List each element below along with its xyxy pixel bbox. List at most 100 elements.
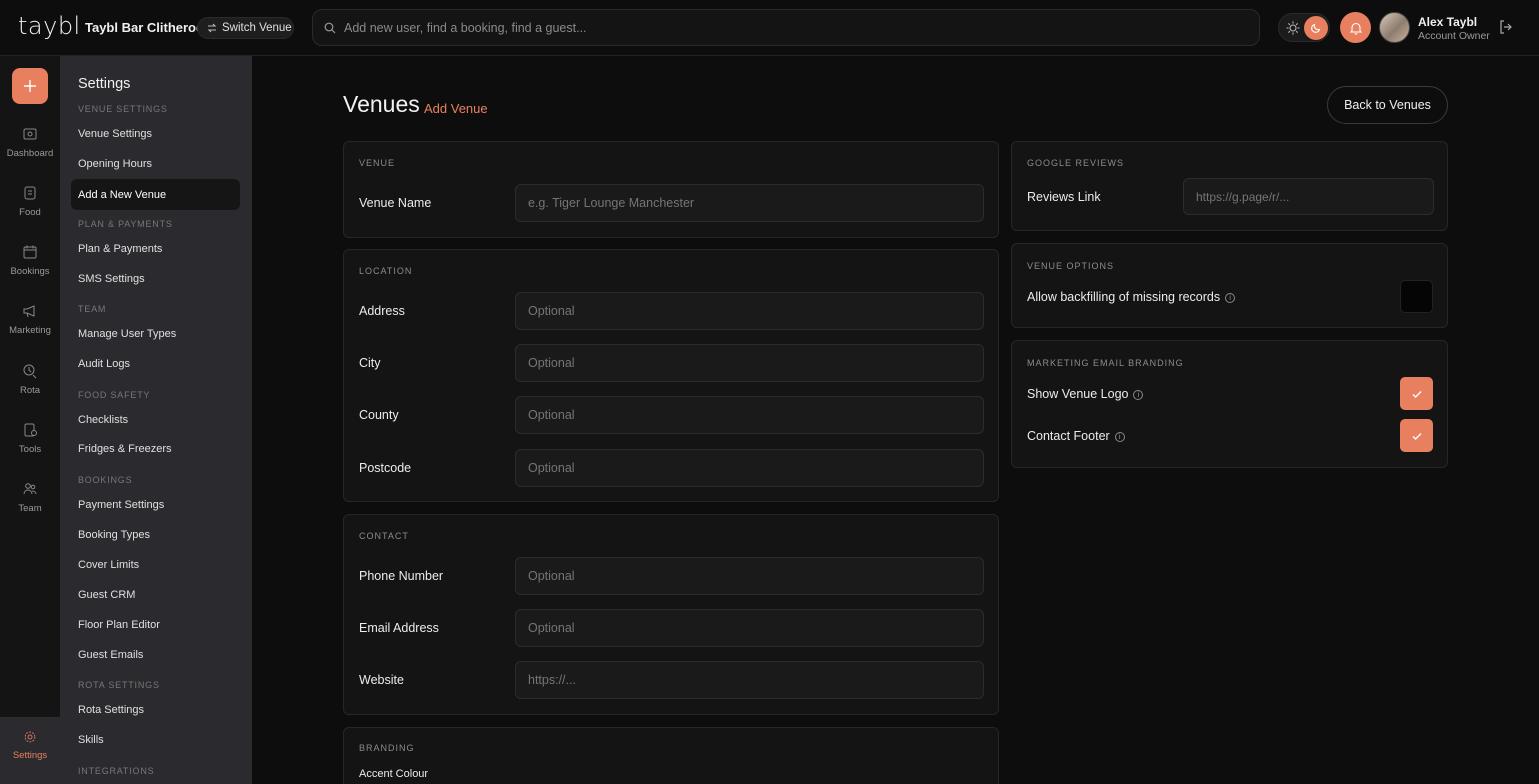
rail-item-dashboard[interactable]: Dashboard [0,126,60,176]
sidebar-item-floor-plan[interactable]: Floor Plan Editor [78,619,160,631]
address-field[interactable] [515,292,984,330]
backfill-checkbox[interactable] [1400,280,1433,313]
address-input[interactable] [528,304,968,318]
reviews-link-field[interactable] [1183,178,1434,215]
postcode-field[interactable] [515,449,984,487]
backfill-label: Allow backfilling of missing records [1027,290,1221,304]
sidebar-item-add-venue[interactable]: Add a New Venue [71,179,240,210]
plus-icon [24,80,36,92]
email-branding-heading: Marketing Email Branding [1027,358,1184,368]
section-integrations: Integrations [78,766,155,776]
search-input[interactable] [344,20,1224,35]
venue-card: Venue Venue Name [343,141,999,238]
website-field[interactable] [515,661,984,699]
sidebar-item-checklists[interactable]: Checklists [78,414,128,426]
switch-venue-button[interactable]: Switch Venue [197,17,294,39]
rail-label: Team [18,503,42,514]
settings-sidebar: Settings Venue Settings Venue Settings O… [60,56,252,784]
rail-item-team[interactable]: Team [0,481,60,531]
phone-label: Phone Number [359,569,444,583]
sidebar-item-payment-settings[interactable]: Payment Settings [78,499,164,511]
info-icon[interactable]: i [1133,390,1144,400]
sun-icon [1286,21,1300,35]
icon-rail: Dashboard Food Bookings Marketing Rota T… [0,56,60,784]
user-avatar[interactable] [1379,12,1410,43]
info-icon[interactable]: i [1225,293,1236,303]
sidebar-title: Settings [78,76,131,92]
sidebar-item-fridges[interactable]: Fridges & Freezers [78,443,172,455]
rail-item-rota[interactable]: Rota [0,363,60,413]
quick-add-button[interactable] [12,68,48,104]
show-logo-checkbox[interactable] [1400,377,1433,410]
rail-item-tools[interactable]: Tools [0,422,60,472]
website-input[interactable] [528,673,968,687]
top-bar: taybl Taybl Bar Clitheroe Switch Venue A… [0,0,1539,56]
back-to-venues-button[interactable]: Back to Venues [1327,86,1448,124]
user-role: Account Owner [1418,30,1490,42]
notifications-button[interactable] [1340,12,1371,43]
section-rota-settings: Rota Settings [78,680,160,690]
address-label: Address [359,304,405,318]
venue-name-label: Venue Name [359,196,432,210]
email-input[interactable] [528,621,968,635]
sidebar-item-sms-settings[interactable]: SMS Settings [78,273,145,285]
section-plan-payments: Plan & Payments [78,219,173,229]
phone-field[interactable] [515,557,984,595]
rail-item-bookings[interactable]: Bookings [0,244,60,294]
contact-footer-checkbox[interactable] [1400,419,1433,452]
venue-name-field[interactable] [515,184,984,222]
add-venue-link[interactable]: Add Venue [424,101,488,116]
county-input[interactable] [528,408,968,422]
county-field[interactable] [515,396,984,434]
check-icon [1412,432,1421,440]
rail-item-marketing[interactable]: Marketing [0,303,60,353]
logout-icon[interactable] [1498,19,1514,35]
info-icon[interactable]: i [1114,432,1125,442]
reviews-link-input[interactable] [1196,189,1426,204]
rail-settings-label: Settings [12,750,48,761]
google-reviews-card: Google Reviews Reviews Link [1011,141,1448,231]
current-venue-name: Taybl Bar Clitheroe [85,20,204,35]
rail-item-settings[interactable]: Settings [0,717,60,784]
sidebar-item-guest-crm[interactable]: Guest CRM [78,589,135,601]
user-name: Alex Taybl [1418,15,1478,29]
postcode-input[interactable] [528,461,968,475]
sidebar-item-skills[interactable]: Skills [78,734,104,746]
venue-name-input[interactable] [528,196,968,210]
city-label: City [359,356,381,370]
section-food-safety: Food Safety [78,390,151,400]
taybl-logo[interactable]: taybl [18,12,81,40]
rail-label: Marketing [9,325,51,336]
sidebar-item-venue-settings[interactable]: Venue Settings [78,128,152,140]
rail-label: Food [19,207,41,218]
section-bookings: Bookings [78,475,133,485]
section-team: Team [78,304,107,314]
county-label: County [359,408,399,422]
sidebar-item-cover-limits[interactable]: Cover Limits [78,559,139,571]
global-search[interactable] [312,9,1260,46]
postcode-label: Postcode [359,461,412,475]
city-field[interactable] [515,344,984,382]
megaphone-icon [23,305,35,318]
sidebar-item-guest-emails[interactable]: Guest Emails [78,649,143,661]
branding-card-heading: Branding [359,743,415,753]
phone-input[interactable] [528,569,968,583]
sidebar-item-user-types[interactable]: Manage User Types [78,328,176,340]
theme-toggle[interactable] [1278,13,1330,42]
website-label: Website [359,673,404,687]
sidebar-item-booking-types[interactable]: Booking Types [78,529,150,541]
page-title: Venues [343,91,420,117]
location-card-heading: Location [359,266,413,276]
rail-item-food[interactable]: Food [0,185,60,235]
email-field[interactable] [515,609,984,647]
sidebar-item-plan-payments[interactable]: Plan & Payments [78,243,162,255]
branding-card: Branding Accent Colour [343,727,999,784]
bell-icon [1349,22,1362,35]
rail-label: Dashboard [6,148,54,159]
check-icon [1412,390,1421,398]
sidebar-item-audit-logs[interactable]: Audit Logs [78,358,130,370]
sidebar-item-rota-settings[interactable]: Rota Settings [78,704,144,716]
show-logo-label: Show Venue Logo [1027,387,1129,401]
sidebar-item-opening-hours[interactable]: Opening Hours [78,158,152,170]
city-input[interactable] [528,356,968,370]
